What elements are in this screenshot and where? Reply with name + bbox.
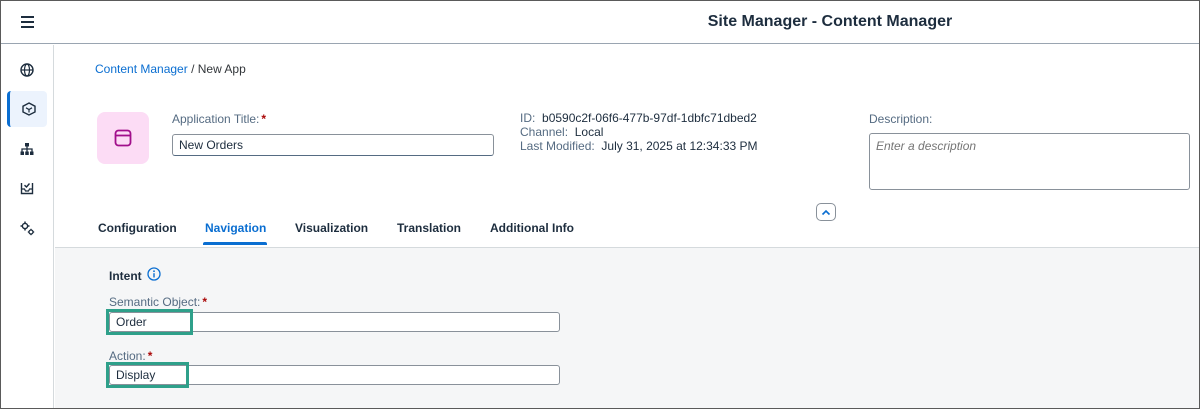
tab-additional-info[interactable]: Additional Info <box>490 221 574 235</box>
tab-configuration[interactable]: Configuration <box>98 221 177 235</box>
action-label: Action: * <box>109 349 152 363</box>
sidenav-item-content[interactable] <box>7 91 47 127</box>
main-content: Content Manager / New App Application Ti… <box>55 45 1199 408</box>
sidenav-item-structure[interactable] <box>7 131 47 167</box>
application-title-label: Application Title: * <box>172 112 266 126</box>
semantic-object-label: Semantic Object: * <box>109 295 207 309</box>
channel-label: Channel: <box>520 125 569 139</box>
action-input[interactable] <box>109 365 560 385</box>
app-icon-tile <box>97 112 149 164</box>
settings-gears-icon <box>20 221 34 235</box>
hierarchy-icon <box>20 143 34 155</box>
id-label: ID: <box>520 111 536 125</box>
app-title: Site Manager - Content Manager <box>707 13 953 30</box>
globe-icon <box>20 63 34 77</box>
sidenav-item-settings[interactable] <box>7 210 47 246</box>
inbox-check-icon <box>20 183 34 195</box>
tab-navigation[interactable]: Navigation <box>205 221 266 235</box>
semantic-object-input[interactable] <box>109 312 560 332</box>
info-icon[interactable] <box>147 267 161 281</box>
action-label-text: Action: <box>109 349 146 363</box>
channel-value: Local <box>574 125 604 139</box>
navigation-panel: Intent Semantic Object:* Action:* <box>55 247 1199 408</box>
app-window-icon <box>114 129 132 147</box>
id-row: ID: b0590c2f-06f6-477b-97df-1dbfc71dbed2 <box>520 111 758 125</box>
breadcrumb: Content Manager / New App <box>95 62 246 76</box>
cube-icon <box>21 102 36 116</box>
breadcrumb-current: New App <box>197 62 246 76</box>
required-marker: * <box>261 112 267 126</box>
modified-value: July 31, 2025 at 12:34:33 PM <box>601 139 758 153</box>
sidenav-item-sites[interactable] <box>7 52 47 88</box>
semantic-object-label-text: Semantic Object: <box>109 295 201 309</box>
application-title-input[interactable] <box>172 134 494 156</box>
application-title-label-text: Application Title: <box>172 112 260 126</box>
window: Site Manager - Content Manager Content M… <box>0 0 1200 409</box>
tab-visualization[interactable]: Visualization <box>295 221 368 235</box>
intent-heading: Intent <box>109 269 142 283</box>
required-marker: * <box>147 349 153 363</box>
app-metadata: ID: b0590c2f-06f6-477b-97df-1dbfc71dbed2… <box>520 111 758 153</box>
required-marker: * <box>202 295 208 309</box>
sidenav-item-inbox[interactable] <box>7 170 47 206</box>
side-navigation <box>1 45 54 408</box>
description-textarea[interactable] <box>869 133 1190 190</box>
modified-label: Last Modified: <box>520 139 595 153</box>
shell-bar: Site Manager - Content Manager <box>1 1 1199 44</box>
chevron-up-icon <box>821 209 831 215</box>
id-value: b0590c2f-06f6-477b-97df-1dbfc71dbed2 <box>542 111 757 125</box>
tab-translation[interactable]: Translation <box>397 221 461 235</box>
description-label: Description: <box>869 112 933 126</box>
active-tab-indicator <box>203 242 267 245</box>
modified-row: Last Modified: July 31, 2025 at 12:34:33… <box>520 139 758 153</box>
breadcrumb-separator: / <box>187 62 198 76</box>
breadcrumb-link-content-manager[interactable]: Content Manager <box>95 62 188 76</box>
collapse-header-button[interactable] <box>816 203 836 221</box>
channel-row: Channel: Local <box>520 125 758 139</box>
